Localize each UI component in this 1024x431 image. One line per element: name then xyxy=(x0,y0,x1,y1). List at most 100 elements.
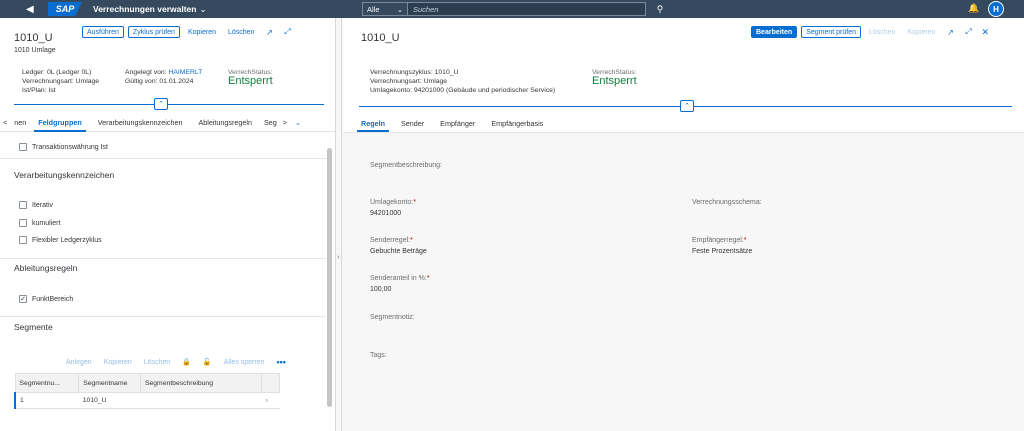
checkbox-flexibler-ledgerzyklus[interactable]: Flexibler Ledgerzyklus xyxy=(19,236,102,244)
value-umlagekonto: 94201000 xyxy=(370,210,402,217)
label-text: Senderregel: xyxy=(370,237,411,244)
label-senderregel: Senderregel:* xyxy=(370,237,413,244)
alle-sperren-button[interactable]: Alles sperren xyxy=(224,359,265,366)
anlegen-button[interactable]: Anlegen xyxy=(66,359,92,366)
pane-splitter[interactable]: › xyxy=(336,18,342,431)
kopieren-button[interactable]: Kopieren xyxy=(184,26,220,38)
app-title-menu[interactable]: Verrechnungen verwalten ⌄ xyxy=(93,4,207,15)
splitter-grip-icon[interactable]: › xyxy=(337,254,339,261)
lock-icon[interactable]: 🔒 xyxy=(182,358,191,366)
checkbox-label: Iterativ xyxy=(32,201,54,209)
checkbox-label: FunktBereich xyxy=(32,295,74,303)
required-marker: * xyxy=(413,199,416,206)
checkbox-box[interactable] xyxy=(19,201,27,209)
angelegt-user-link[interactable]: HAIMERLT xyxy=(168,69,202,76)
table-row[interactable]: 1 1010_U › xyxy=(14,392,280,409)
open-new-window-icon[interactable]: ↗ xyxy=(262,28,276,37)
header-divider xyxy=(168,104,324,105)
tab-ableitungsregeln[interactable]: Ableitungsregeln xyxy=(190,114,260,132)
close-icon[interactable]: ✕ xyxy=(982,27,990,38)
required-marker: * xyxy=(410,237,413,244)
checkbox-iterativ[interactable]: Iterativ xyxy=(19,201,53,209)
tab-scroll-left-icon[interactable]: < xyxy=(0,114,10,132)
checkbox-transaktionswaehrung[interactable]: Transaktionswährung Ist xyxy=(19,143,108,151)
cell-segmentnummer: 1 xyxy=(14,392,79,409)
fullscreen-icon[interactable]: ⤢ xyxy=(280,27,294,37)
open-new-window-icon[interactable]: ↗ xyxy=(944,28,958,37)
label-umlagekonto: Umlagekonto:* xyxy=(370,199,416,206)
ledger-text: Ledger: 0L (Ledger 0L) xyxy=(22,69,92,76)
header-divider xyxy=(14,104,154,105)
segment-pruefen-button[interactable]: Segment prüfen xyxy=(801,26,861,38)
checkbox-box-checked[interactable]: ✓ xyxy=(19,295,27,303)
label-tags: Tags: xyxy=(370,352,387,359)
required-marker: * xyxy=(743,237,747,244)
tab-empfaenger[interactable]: Empfänger xyxy=(432,114,483,132)
unlock-icon[interactable]: 🔓 xyxy=(203,358,212,366)
tab-feldgruppen[interactable]: Feldgruppen xyxy=(30,114,90,132)
checkbox-box[interactable] xyxy=(19,236,27,244)
checkbox-box[interactable] xyxy=(19,143,27,151)
segment-toolbar-top: Bearbeiten Segment prüfen Löschen Kopier… xyxy=(751,26,989,38)
label-text: Umlagekonto: xyxy=(370,199,414,206)
kopieren-segment-button[interactable]: Kopieren xyxy=(104,359,132,366)
shell-bar: ◀ SAP Verrechnungen verwalten ⌄ Alle ⌄ Suc… xyxy=(0,0,1024,18)
section-divider xyxy=(0,258,326,259)
cell-segmentbeschreibung xyxy=(140,392,262,409)
tab-segmente[interactable]: Seg xyxy=(260,114,281,132)
col-header-segmentname[interactable]: Segmentname xyxy=(78,373,141,393)
loeschen-disabled-button[interactable]: Löschen xyxy=(865,29,899,36)
ausfuehren-button[interactable]: Ausführen xyxy=(82,26,124,38)
collapse-header-button[interactable]: ⌃ xyxy=(680,100,694,112)
label-segmentbeschreibung: Segmentbeschreibung: xyxy=(370,162,442,169)
tab-overflow-chevron-icon[interactable]: ⌄ xyxy=(289,114,307,132)
status-value: Entsperrt xyxy=(592,75,637,87)
bearbeiten-button[interactable]: Bearbeiten xyxy=(751,26,798,38)
zyklus-text: Verrechnungszyklus: 1010_U xyxy=(370,69,459,76)
cycle-header-attrs: Ledger: 0L (Ledger 0L) Verrechnungsart: … xyxy=(22,68,99,95)
tab-partial-left[interactable]: nen xyxy=(10,114,30,132)
cycle-tabs: < nen Feldgruppen Verarbeitungskennzeich… xyxy=(0,114,335,132)
left-scrollbar[interactable] xyxy=(327,148,332,407)
cycle-header-created: Angelegt von: HAIMERLT Gültig von: 01.01… xyxy=(125,68,202,86)
section-divider xyxy=(0,316,326,317)
collapse-header-button[interactable]: ⌃ xyxy=(154,98,168,110)
zyklus-pruefen-button[interactable]: Zyklus prüfen xyxy=(127,26,180,38)
cycle-subtitle: 1010 Umlage xyxy=(14,47,56,54)
tab-verarbeitungskennzeichen[interactable]: Verarbeitungskennzeichen xyxy=(90,114,191,132)
search-input[interactable]: Suchen xyxy=(408,2,646,16)
cycle-status: VerrechStatus: Entsperrt xyxy=(228,68,273,87)
search-area: Alle ⌄ Suchen ⚲ xyxy=(362,2,670,16)
loeschen-segment-button[interactable]: Löschen xyxy=(144,359,170,366)
cycle-object-page: 1010_U 1010 Umlage Ausführen Zyklus prüf… xyxy=(0,18,336,431)
sap-logo[interactable]: SAP xyxy=(48,2,82,16)
checkbox-funktbereich[interactable]: ✓ FunktBereich xyxy=(19,295,73,303)
app-title: Verrechnungen verwalten xyxy=(93,3,197,14)
status-value: Entsperrt xyxy=(228,75,273,87)
tab-empfaengerbasis[interactable]: Empfängerbasis xyxy=(483,114,551,132)
loeschen-button[interactable]: Löschen xyxy=(224,26,258,38)
label-segmentnotiz: Segmentnotiz: xyxy=(370,314,415,321)
row-navigate-icon[interactable]: › xyxy=(261,392,280,409)
user-avatar[interactable]: H xyxy=(988,1,1004,17)
verrechnungsart-text: Verrechnungsart: Umlage xyxy=(22,78,100,85)
section-divider xyxy=(0,158,326,159)
tab-scroll-right-icon[interactable]: > xyxy=(281,114,289,132)
tab-regeln[interactable]: Regeln xyxy=(353,114,393,132)
notification-bell-icon[interactable]: 🔔 xyxy=(968,3,979,14)
search-scope-select[interactable]: Alle ⌄ xyxy=(362,2,408,16)
search-icon[interactable]: ⚲ xyxy=(650,2,670,16)
col-header-segmentnummer[interactable]: Segmentnu... xyxy=(14,373,80,393)
back-arrow-icon[interactable]: ◀ xyxy=(26,4,46,15)
col-header-segmentbeschreibung[interactable]: Segmentbeschreibung xyxy=(139,373,263,393)
konto-text: Umlagekonto: 94201000 (Gebäude und perio… xyxy=(370,87,556,94)
checkbox-box[interactable] xyxy=(19,219,27,227)
kopieren-disabled-button[interactable]: Kopieren xyxy=(903,29,939,36)
fullscreen-icon[interactable]: ⤢ xyxy=(962,27,976,37)
art-text: Verrechnungsart: Umlage xyxy=(370,78,448,85)
chevron-down-icon: ⌄ xyxy=(199,3,207,14)
more-actions-icon[interactable]: ••• xyxy=(277,357,286,367)
header-divider xyxy=(359,106,680,107)
checkbox-kumuliert[interactable]: kumuliert xyxy=(19,219,60,227)
tab-sender[interactable]: Sender xyxy=(393,114,432,132)
